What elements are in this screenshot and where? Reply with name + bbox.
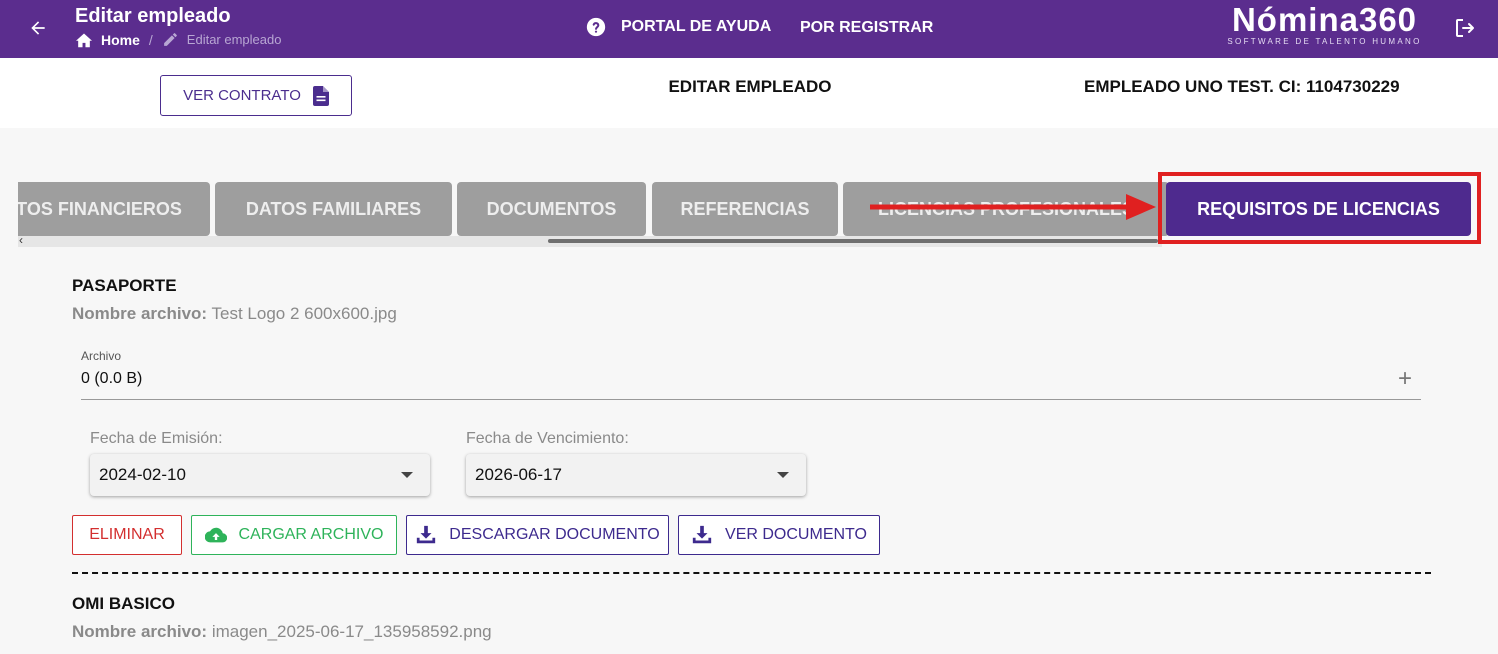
back-button[interactable] <box>24 14 52 42</box>
expiry-date-select[interactable]: 2026-06-17 <box>466 454 806 496</box>
expiry-date-value: 2026-06-17 <box>475 465 562 484</box>
file-name-value: Test Logo 2 600x600.jpg <box>211 304 397 323</box>
archivo-label: Archivo <box>81 349 122 363</box>
delete-label: ELIMINAR <box>89 526 165 543</box>
scrollbar-thumb[interactable] <box>548 239 1158 243</box>
page-title: Editar empleado <box>75 5 231 27</box>
scroll-left-icon[interactable]: ‹ <box>19 233 23 247</box>
brand-logo: Nómina360 SOFTWARE DE TALENTO HUMANO <box>1222 1 1427 47</box>
help-portal-link[interactable]: PORTAL DE AYUDA <box>586 17 771 37</box>
add-file-icon[interactable]: + <box>1398 367 1412 391</box>
employee-header: VER CONTRATO EDITAR EMPLEADO EMPLEADO UN… <box>0 58 1498 128</box>
upload-file-button[interactable]: CARGAR ARCHIVO <box>191 515 397 555</box>
logout-button[interactable] <box>1453 16 1477 40</box>
view-label: VER DOCUMENTO <box>725 526 867 543</box>
brand-tagline: SOFTWARE DE TALENTO HUMANO <box>1227 37 1422 46</box>
tab-label: DOCUMENTOS <box>486 198 617 219</box>
annotation-arrow-icon <box>870 194 1156 220</box>
breadcrumb-current: Editar empleado <box>162 31 282 48</box>
breadcrumb-current-label: Editar empleado <box>186 32 282 47</box>
document-title: OMI BASICO <box>72 594 175 613</box>
download-document-button[interactable]: DESCARGAR DOCUMENTO <box>406 515 669 555</box>
emission-date-value: 2024-02-10 <box>99 465 186 484</box>
logout-icon <box>1456 19 1474 37</box>
tab-datos-familiares[interactable]: DATOS FAMILIARES <box>215 182 452 236</box>
view-document-button[interactable]: VER DOCUMENTO <box>678 515 880 555</box>
home-icon <box>76 32 92 47</box>
upload-label: CARGAR ARCHIVO <box>238 526 384 543</box>
breadcrumb-home-label: Home <box>101 31 140 48</box>
top-app-bar: Editar empleado Home / Editar empleado P… <box>0 0 1498 58</box>
brand-name: Nómina360 <box>1231 1 1418 38</box>
file-name-value: imagen_2025-06-17_135958592.png <box>211 622 492 641</box>
download-label: DESCARGAR DOCUMENTO <box>449 526 660 543</box>
tab-scrollbar[interactable]: ‹ <box>18 233 1162 247</box>
tab-referencias[interactable]: REFERENCIAS <box>652 182 838 236</box>
document-title: PASAPORTE <box>72 276 177 295</box>
help-portal-label: PORTAL DE AYUDA <box>621 18 772 35</box>
caret-down-icon <box>401 472 413 478</box>
cloud-upload-icon <box>204 527 227 543</box>
file-name-line: Nombre archivo: imagen_2025-06-17_135958… <box>72 622 492 642</box>
por-registrar-link[interactable]: POR REGISTRAR <box>800 19 933 37</box>
annotation-highlight-box <box>1158 172 1481 244</box>
archivo-file-input[interactable]: 0 (0.0 B) <box>81 370 142 388</box>
tab-label: TOS FINANCIEROS <box>18 198 182 219</box>
breadcrumb-separator: / <box>148 31 153 48</box>
tab-label: REFERENCIAS <box>680 198 810 219</box>
emission-date-label: Fecha de Emisión: <box>90 430 223 447</box>
download-icon <box>692 525 712 544</box>
employee-identity: EMPLEADO UNO TEST. CI: 1104730229 <box>1084 77 1400 96</box>
tab-label: DATOS FAMILIARES <box>245 198 422 219</box>
help-circle-icon <box>586 17 606 37</box>
file-name-line: Nombre archivo: Test Logo 2 600x600.jpg <box>72 304 397 324</box>
caret-down-icon <box>777 472 789 478</box>
breadcrumb-home[interactable]: Home <box>75 32 140 48</box>
pencil-icon <box>163 33 177 46</box>
delete-button[interactable]: ELIMINAR <box>72 515 182 555</box>
file-name-label: Nombre archivo: <box>72 304 208 323</box>
archivo-underline <box>81 399 1421 400</box>
tab-documentos[interactable]: DOCUMENTOS <box>457 182 646 236</box>
emission-date-select[interactable]: 2024-02-10 <box>90 454 430 496</box>
section-divider <box>72 572 1431 574</box>
arrow-left-icon <box>31 21 45 35</box>
expiry-date-label: Fecha de Vencimiento: <box>466 430 629 447</box>
tab-datos-financieros[interactable]: TOS FINANCIEROS <box>18 182 210 236</box>
breadcrumb: Home / Editar empleado <box>75 31 281 48</box>
download-icon <box>417 525 436 544</box>
file-name-label: Nombre archivo: <box>72 622 208 641</box>
